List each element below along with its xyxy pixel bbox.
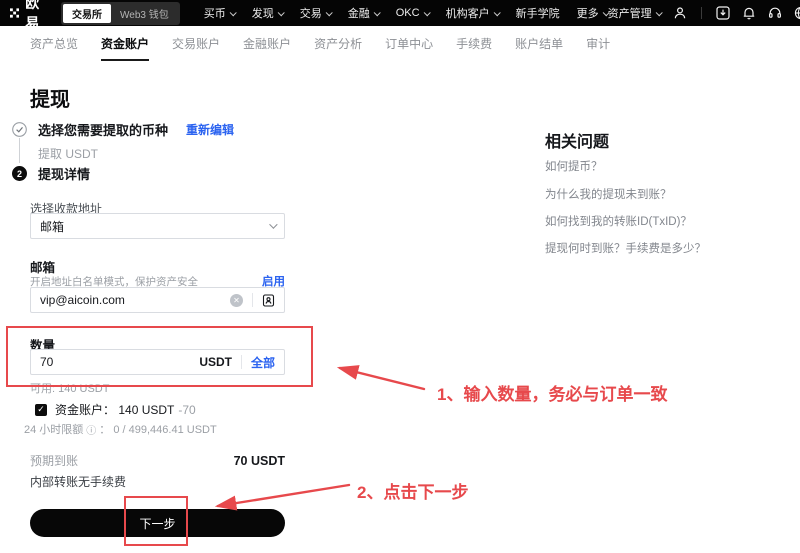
nav-trade[interactable]: 交易 <box>300 5 331 21</box>
subnav-funding-account[interactable]: 资金账户 <box>101 35 149 52</box>
chevron-down-icon <box>325 9 332 16</box>
step2-label: 提现详情 <box>38 164 90 183</box>
annotation-arrow-1 <box>340 368 424 389</box>
step2-row: 2 提现详情 <box>12 164 90 183</box>
info-icon[interactable]: ⓘ <box>86 422 96 437</box>
subnav-finance-account[interactable]: 金融账户 <box>243 35 291 52</box>
step1-label: 选择您需要提取的币种 <box>38 120 168 139</box>
nav-academy[interactable]: 新手学院 <box>516 5 560 21</box>
nav-discover[interactable]: 发现 <box>252 5 283 21</box>
subnav-account-statement[interactable]: 账户结单 <box>515 35 563 52</box>
amount-input-box: USDT 全部 <box>30 349 285 375</box>
notifications-bell-icon[interactable] <box>742 6 756 20</box>
faq-item-find-txid[interactable]: 如何找到我的转账ID(TxID)？ <box>545 213 692 229</box>
faq-item-withdrawal-not-arrived[interactable]: 为什么我的提现未到账？ <box>545 186 672 202</box>
top-navbar: 欧易 交易所 Web3 钱包 买币 发现 交易 金融 OKC 机构客户 新手学院… <box>0 0 800 26</box>
address-type-select[interactable]: 邮箱 <box>30 213 285 239</box>
daily-limit-label: 24 小时限额 <box>24 421 83 437</box>
chevron-down-icon <box>229 9 236 16</box>
nav-okc[interactable]: OKC <box>396 7 429 19</box>
amount-input[interactable] <box>40 355 199 369</box>
subnav-order-center[interactable]: 订单中心 <box>385 35 433 52</box>
subnav-audit[interactable]: 审计 <box>586 35 610 52</box>
nav-institutional[interactable]: 机构客户 <box>446 5 499 21</box>
download-app-icon[interactable] <box>716 6 730 20</box>
topbar-divider <box>701 7 702 19</box>
subnav-asset-analysis[interactable]: 资产分析 <box>314 35 362 52</box>
topbar-right: 资产管理 <box>608 5 800 21</box>
step1-check-circle-icon <box>12 122 27 137</box>
toggle-exchange[interactable]: 交易所 <box>63 4 111 23</box>
chevron-down-icon <box>655 9 662 16</box>
daily-limit-value: ： 0 / 499,446.41 USDT <box>99 421 216 437</box>
annotation-note-1: 1、输入数量，务必与订单一致 <box>437 380 667 405</box>
input-divider <box>241 355 242 369</box>
address-type-value: 邮箱 <box>40 218 64 235</box>
fee-note: 内部转账无手续费 <box>30 473 126 490</box>
okx-withdraw-page: 欧易 交易所 Web3 钱包 买币 发现 交易 金融 OKC 机构客户 新手学院… <box>0 0 800 553</box>
toggle-web3-wallet[interactable]: Web3 钱包 <box>111 4 178 23</box>
faq-title: 相关问题 <box>545 128 609 152</box>
daily-limit-row: 24 小时限额 ⓘ ： 0 / 499,446.41 USDT <box>24 421 217 437</box>
expected-arrival-value: 70 USDT <box>234 454 285 468</box>
chevron-down-icon <box>373 9 380 16</box>
subnav-fees[interactable]: 手续费 <box>456 35 492 52</box>
expected-arrival-row: 预期到账 70 USDT <box>30 452 285 469</box>
address-book-icon[interactable] <box>262 294 275 307</box>
annotation-note-2: 2、点击下一步 <box>357 478 468 503</box>
input-divider <box>252 293 253 307</box>
language-globe-icon[interactable] <box>794 6 800 20</box>
step1-summary: 提取 USDT <box>38 145 98 162</box>
funding-account-checkbox[interactable]: ✓ <box>35 404 47 416</box>
nav-buy-crypto[interactable]: 买币 <box>204 5 235 21</box>
next-step-button[interactable]: 下一步 <box>30 509 285 537</box>
product-toggle: 交易所 Web3 钱包 <box>61 2 180 25</box>
expected-arrival-label: 预期到账 <box>30 452 78 469</box>
subnav-asset-overview[interactable]: 资产总览 <box>30 35 78 52</box>
subnav-trading-account[interactable]: 交易账户 <box>172 35 220 52</box>
chevron-down-icon <box>269 220 277 228</box>
faq-item-how-to-withdraw[interactable]: 如何提币？ <box>545 158 603 174</box>
page-title: 提现 <box>30 83 70 112</box>
step1-row: 选择您需要提取的币种 重新编辑 <box>12 120 234 139</box>
topbar-menu: 买币 发现 交易 金融 OKC 机构客户 新手学院 更多 <box>204 5 608 21</box>
user-icon[interactable] <box>673 6 687 20</box>
chevron-down-icon <box>277 9 284 16</box>
faq-item-arrival-time-fees[interactable]: 提现何时到账？手续费是多少？ <box>545 240 706 256</box>
email-input-box: ✕ <box>30 287 285 313</box>
clear-input-icon[interactable]: ✕ <box>230 294 243 307</box>
chevron-down-icon <box>423 9 430 16</box>
step-connector <box>19 138 20 163</box>
nav-asset-management[interactable]: 资产管理 <box>608 5 661 21</box>
support-headset-icon[interactable] <box>768 6 782 20</box>
annotation-arrow-2 <box>218 485 349 506</box>
nav-more[interactable]: 更多 <box>577 5 608 21</box>
max-amount-link[interactable]: 全部 <box>251 354 275 371</box>
currency-label: USDT <box>199 355 232 369</box>
okx-logo-icon <box>10 6 19 20</box>
step2-badge: 2 <box>12 166 27 181</box>
re-edit-link[interactable]: 重新编辑 <box>186 121 234 138</box>
asset-subnav: 资产总览 资金账户 交易账户 金融账户 资产分析 订单中心 手续费 账户结单 审… <box>0 26 800 60</box>
chevron-down-icon <box>493 9 500 16</box>
funding-account-text: 资金账户： 140 USDT-70 <box>55 401 196 418</box>
funding-account-row: ✓ 资金账户： 140 USDT-70 <box>35 401 196 418</box>
account-delta: -70 <box>178 403 195 417</box>
nav-finance[interactable]: 金融 <box>348 5 379 21</box>
email-input[interactable] <box>40 293 230 307</box>
available-balance: 可用: 140 USDT <box>30 380 109 396</box>
